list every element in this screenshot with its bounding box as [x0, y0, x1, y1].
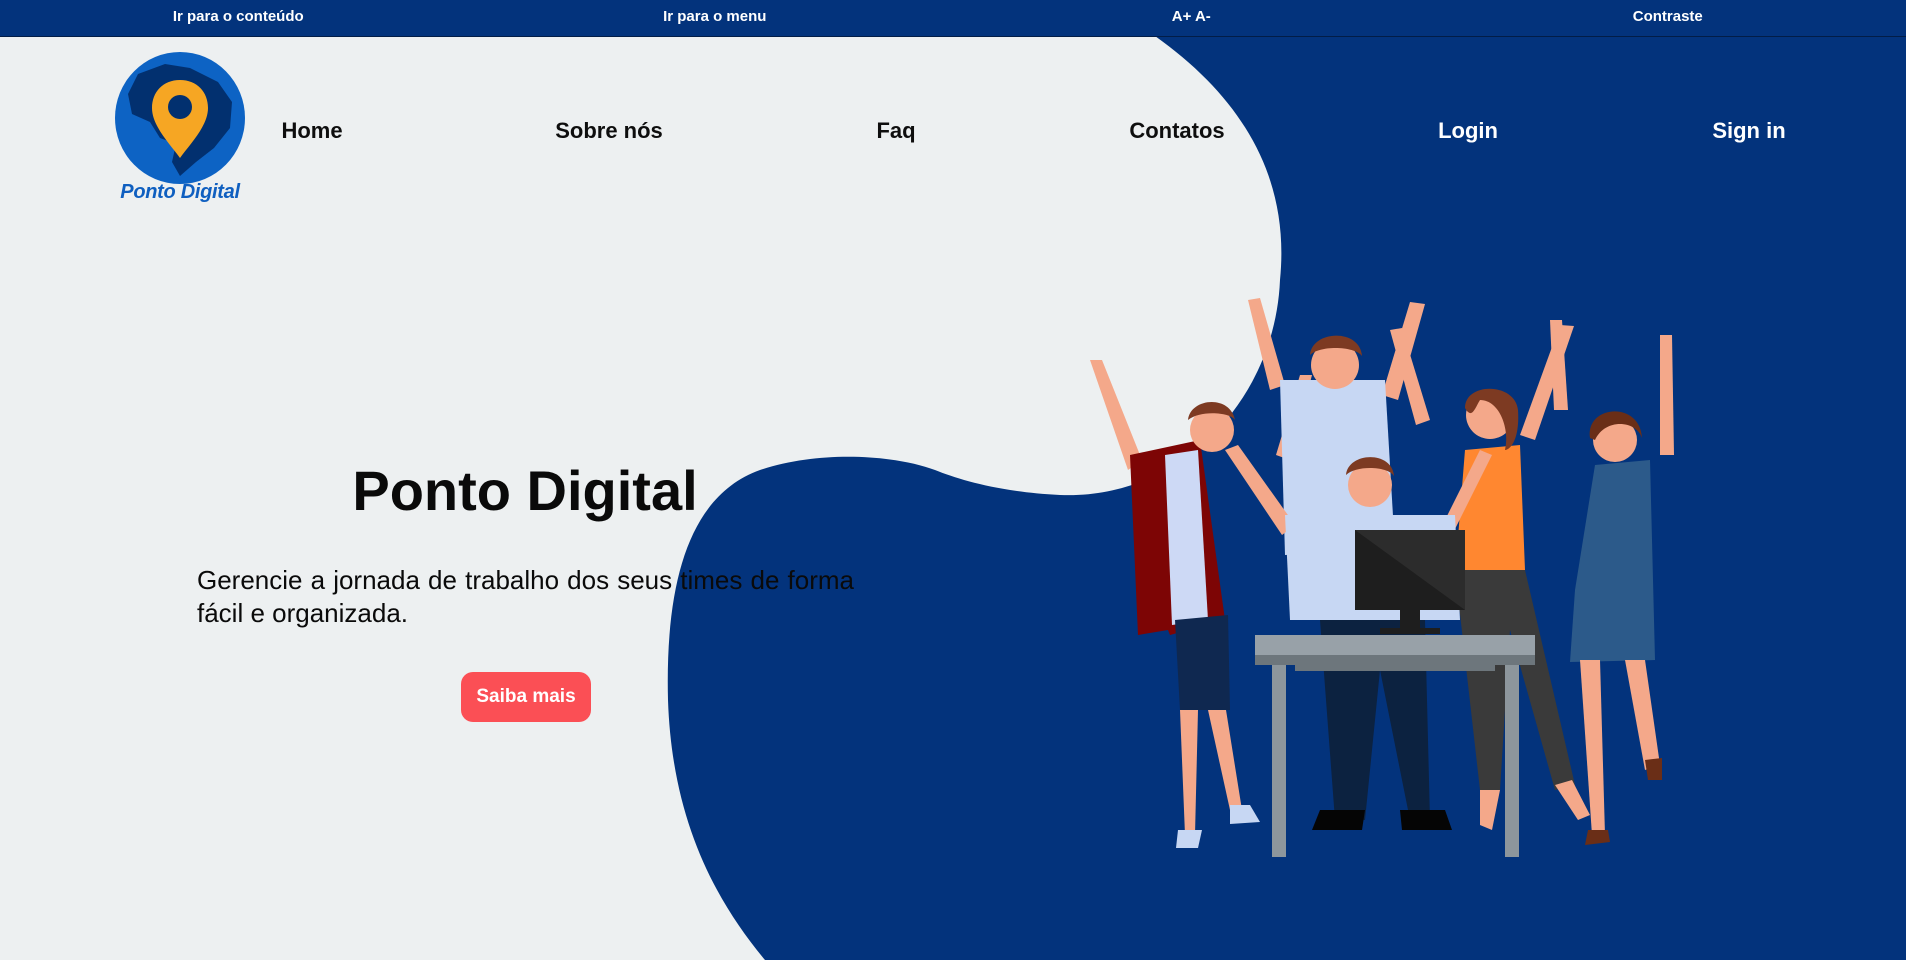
- learn-more-button[interactable]: Saiba mais: [461, 672, 591, 722]
- nav-login[interactable]: Login: [1438, 118, 1498, 144]
- skip-to-menu-link[interactable]: Ir para o menu: [477, 0, 954, 36]
- nav-contacts[interactable]: Contatos: [1129, 118, 1224, 144]
- accessibility-bar: Ir para o conteúdo Ir para o menu A+ A- …: [0, 0, 1906, 37]
- hero-title: Ponto Digital: [352, 459, 698, 522]
- main-nav: Home Sobre nós Faq Contatos Login Sign i…: [0, 118, 1906, 148]
- nav-about[interactable]: Sobre nós: [555, 118, 663, 144]
- nav-home[interactable]: Home: [281, 118, 342, 144]
- skip-to-content-link[interactable]: Ir para o conteúdo: [0, 0, 477, 36]
- logo-text: Ponto Digital: [120, 181, 240, 203]
- contrast-toggle[interactable]: Contraste: [1430, 0, 1906, 36]
- hero-description: Gerencie a jornada de trabalho dos seus …: [197, 565, 854, 628]
- font-size-toggle[interactable]: A+ A-: [953, 0, 1430, 36]
- nav-faq[interactable]: Faq: [876, 118, 915, 144]
- nav-signin[interactable]: Sign in: [1712, 118, 1785, 144]
- celebrating-team-illustration: [1090, 298, 1674, 857]
